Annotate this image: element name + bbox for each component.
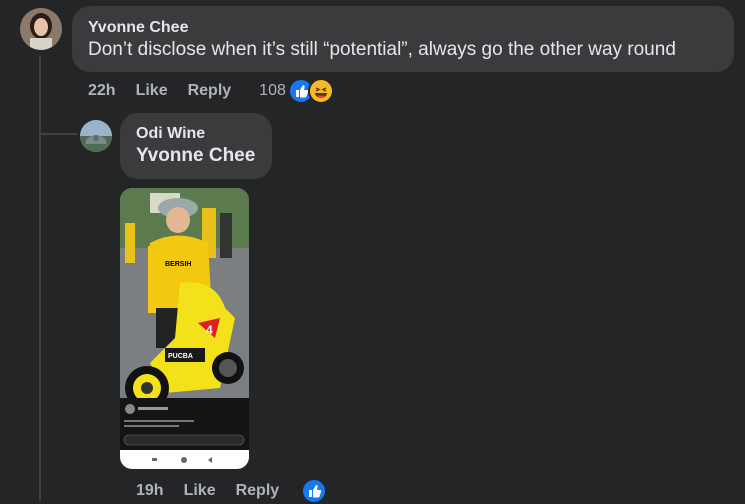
- reply-reply-button[interactable]: Reply: [236, 482, 280, 500]
- comment-text: Don’t disclose when it’s still “potentia…: [88, 39, 676, 60]
- reply-timestamp[interactable]: 19h: [136, 482, 164, 500]
- comment-author[interactable]: Yvonne Chee: [88, 18, 718, 38]
- reply-mention[interactable]: Yvonne Chee: [136, 144, 256, 168]
- comment-bubble: Yvonne Chee Don’t disclose when it’s sti…: [72, 6, 734, 72]
- like-icon[interactable]: [301, 478, 328, 504]
- avatar-odi-wine[interactable]: [80, 120, 112, 152]
- comment-reply-button[interactable]: Reply: [188, 82, 232, 100]
- comment-actions: 22h Like Reply 108: [88, 78, 334, 104]
- haha-icon: [307, 78, 334, 104]
- reply-attached-image[interactable]: BERSIH PUCBA 4: [120, 188, 249, 469]
- bike-text: PUCBA: [168, 353, 193, 360]
- shirt-text: BERSIH: [165, 261, 191, 268]
- reply-actions: 19h Like Reply: [136, 478, 328, 504]
- reaction-count[interactable]: 108: [259, 82, 286, 100]
- comment-like-button[interactable]: Like: [136, 82, 168, 100]
- thread-line-branch: [39, 133, 77, 135]
- thread-line-vertical: [39, 56, 41, 501]
- avatar-yvonne-chee[interactable]: [20, 8, 62, 50]
- reply-bubble: Odi Wine Yvonne Chee: [120, 113, 272, 179]
- comment-timestamp[interactable]: 22h: [88, 82, 116, 100]
- reply-like-button[interactable]: Like: [184, 482, 216, 500]
- reply-author[interactable]: Odi Wine: [136, 124, 256, 144]
- bike-number: 4: [206, 323, 213, 337]
- reactions-summary[interactable]: [287, 78, 334, 104]
